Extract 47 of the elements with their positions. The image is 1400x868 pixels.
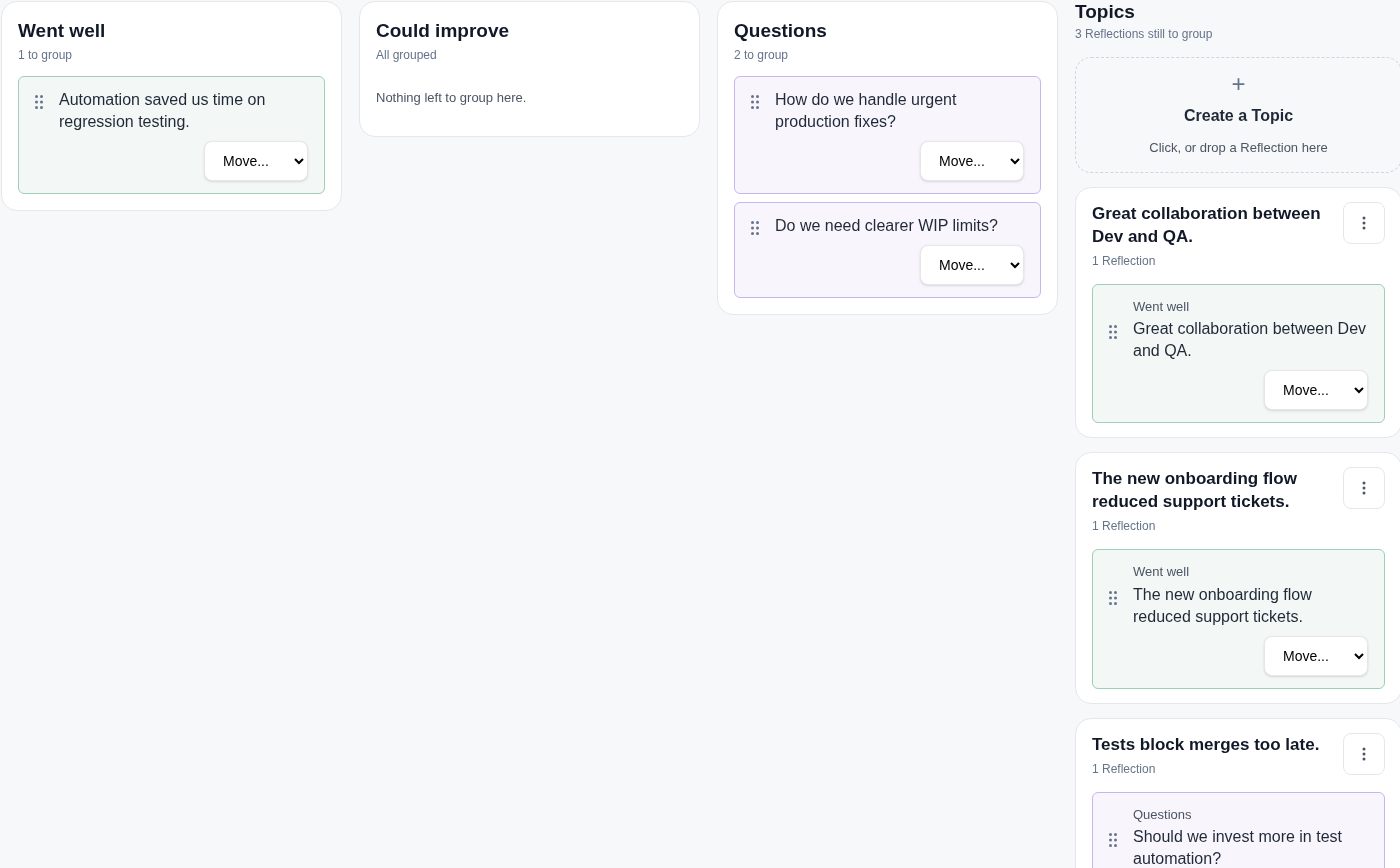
reflection-source: Questions [1133,805,1193,824]
topic-title: Great collaboration between Dev and QA. [1092,202,1322,248]
create-topic-hint: Click, or drop a Reflection here [1149,139,1328,157]
reflection-count: 1 Reflection [1092,518,1157,535]
move-select[interactable]: Move... [920,245,1024,285]
reflection-card[interactable]: Do we need clearer WIP limits? Move... [734,202,1041,298]
reflection-count: 1 Reflection [1092,760,1157,778]
drag-handle-icon[interactable] [35,95,43,109]
reflection-card[interactable]: Went well Great collaboration between Dev and QA. Move... [1092,283,1385,423]
move-select[interactable]: Move... [1264,635,1368,676]
reflection-card[interactable]: How do we handle urgent production fixes? Move... [734,76,1041,194]
reflection-text: Automation saved us time on regression testing. [59,90,267,132]
move-select[interactable]: Move... [920,141,1024,181]
reflection-text: The new onboarding flow reduced support tickets. [1133,584,1313,627]
drag-handle-icon[interactable] [1109,833,1117,848]
drag-handle-icon[interactable] [1109,590,1117,605]
column-title: Questions [734,19,828,43]
topics-subtitle: 3 Reflections still to group [1075,26,1214,43]
more-icon [1362,746,1366,761]
empty-message: Nothing left to group here. [376,89,528,107]
more-icon [1362,481,1366,495]
topic-title: Tests block merges too late. [1092,733,1321,756]
drag-handle-icon[interactable] [751,221,759,235]
column-title: Could improve [376,19,510,43]
reflection-source: Went well [1133,563,1191,581]
move-select[interactable]: Move... [1264,370,1368,410]
topic-title: The new onboarding flow reduced support tickets. [1092,468,1298,513]
topics-heading: Topics [1075,1,1136,23]
drag-handle-icon[interactable] [751,95,759,109]
reflection-text: How do we handle urgent production fixes? [775,90,958,132]
reflection-card[interactable]: Went well The new onboarding flow reduced support tickets. Move... [1092,549,1385,689]
reflection-card[interactable]: Automation saved us time on regression testing. Move... [18,76,325,194]
more-icon [1362,215,1366,230]
column-title: Went well [18,19,107,43]
reflection-count: 1 Reflection [1092,252,1157,270]
plus-icon: + [1231,72,1246,96]
create-topic-title: Create a Topic [1183,106,1294,126]
reflection-card[interactable]: Questions Should we invest more in test automation? [1092,791,1385,868]
column-subtitle: All grouped [376,47,438,64]
reflection-text: Great collaboration between Dev and QA. [1133,319,1368,361]
reflection-source: Went well [1133,297,1191,316]
reflection-text: Should we invest more in test automation? [1133,827,1343,868]
column-subtitle: 2 to group [734,47,790,64]
column-subtitle: 1 to group [18,47,74,64]
move-select[interactable]: Move... [204,141,308,181]
reflection-text: Do we need clearer WIP limits? [775,216,999,236]
drag-handle-icon[interactable] [1109,325,1117,340]
